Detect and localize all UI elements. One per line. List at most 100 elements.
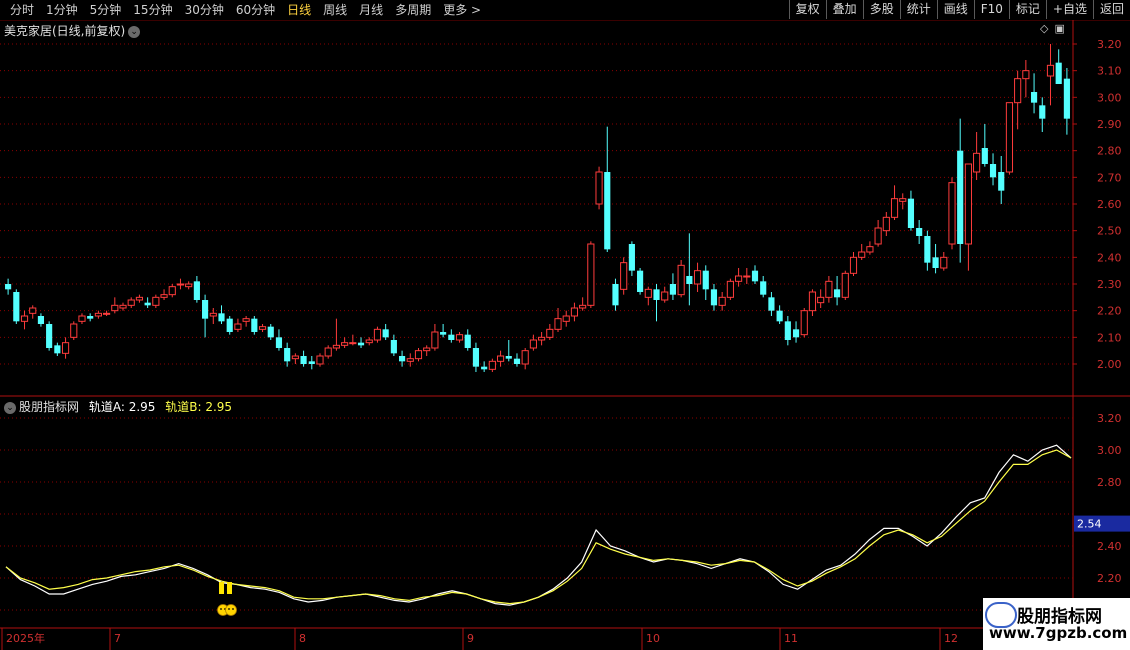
candle-body [70,323,78,338]
candle-body [1030,92,1038,103]
candle-body [242,318,250,322]
candle-body [103,312,111,315]
candle-body [226,318,233,332]
candle-body [135,296,144,301]
candle-body [834,289,841,298]
candle-body [1063,78,1070,119]
candle-body [144,302,151,306]
main-y-tick-label: 2.60 [1097,198,1122,211]
candle-body [948,182,956,245]
candle-body [726,280,734,298]
candle-body [357,342,365,346]
chart-canvas[interactable]: 3.20 3.10 3.00 2.90 2.80 2.70 2.60 2.50 2.40 2.30… [0,0,1130,650]
candle-body [882,216,890,232]
candle-body [308,361,315,364]
main-y-tick-label: 2.70 [1097,171,1122,184]
candle-body [218,313,225,322]
candle-body [209,312,217,317]
candle-body [284,348,291,362]
candle-body [29,307,37,314]
candle-body [916,228,923,236]
candle-body [87,316,94,319]
candle-body [768,297,775,311]
candle-body [1046,64,1055,77]
candle-body [604,172,611,250]
candle-body [760,281,767,295]
main-y-tick-label: 2.10 [1097,331,1122,344]
candle-body [841,272,849,298]
current-value-label: 2.54 [1077,518,1102,531]
candle-body [1055,62,1062,84]
main-y-tick-label: 2.80 [1097,145,1122,158]
candle-body [267,326,274,338]
indicator-y-tick-label: 3.20 [1097,412,1122,425]
candle-body [341,342,349,346]
smiley-eye [232,608,234,610]
candle-body [505,356,512,359]
candle-body [496,355,505,362]
candle-body [291,355,299,360]
candle-body [455,334,464,341]
main-y-tick-label: 2.30 [1097,278,1122,291]
candle-body [546,328,554,338]
indicator-line-a [5,444,1072,606]
candle-body [866,246,874,253]
candle-body [587,243,595,306]
main-y-tick-label: 3.10 [1097,65,1122,78]
x-axis-label: 8 [299,632,306,645]
candle-body [710,289,718,306]
signal-bar [227,582,232,594]
candle-body [825,280,833,298]
candle-body [858,251,866,258]
candle-body [5,284,12,290]
main-y-tick-label: 3.20 [1097,38,1122,51]
candle-body [414,350,423,360]
candle-body [176,283,185,286]
candle-body [54,345,61,354]
candle-body [570,307,579,317]
smiley-eye [228,608,230,610]
watermark-url: www.7gpzb.com [989,624,1128,642]
candle-body [423,347,431,352]
candle-body [365,339,373,344]
signal-bar [219,582,224,594]
main-y-tick-label: 2.50 [1097,225,1122,238]
candle-body [78,315,86,322]
candle-body [890,198,899,218]
candle-body [119,304,127,309]
candle-body [94,312,102,317]
candle-body [784,321,791,340]
candle-body [193,281,200,300]
candle-body [628,244,635,271]
candle-body [332,344,340,349]
candle-body [751,270,759,282]
candle-body [349,342,357,345]
x-axis-label: 12 [944,632,958,645]
candle-body [579,304,587,309]
candle-body [472,348,480,367]
candle-body [653,289,660,300]
main-y-tick-label: 2.90 [1097,118,1122,131]
indicator-y-tick-label: 2.80 [1097,476,1122,489]
x-axis-label: 7 [114,632,121,645]
candle-body [251,318,258,332]
candle-body [20,315,29,322]
candle-body [981,148,988,164]
candle-body [382,329,389,338]
candle-body [431,331,439,349]
candle-body [907,198,915,228]
candle-body [998,172,1005,191]
indicator-y-tick-label: 3.00 [1097,444,1122,457]
candle-body [989,164,997,178]
indicator-line-b [5,449,1072,605]
candle-body [554,318,562,330]
candle-body [808,291,817,312]
candle-body [562,315,570,322]
candle-body [448,334,455,340]
candle-body [13,292,20,322]
candle-body [46,324,53,348]
candle-body [702,270,709,290]
candle-body [677,264,685,296]
candle-body [973,152,981,173]
candle-body [152,296,160,306]
